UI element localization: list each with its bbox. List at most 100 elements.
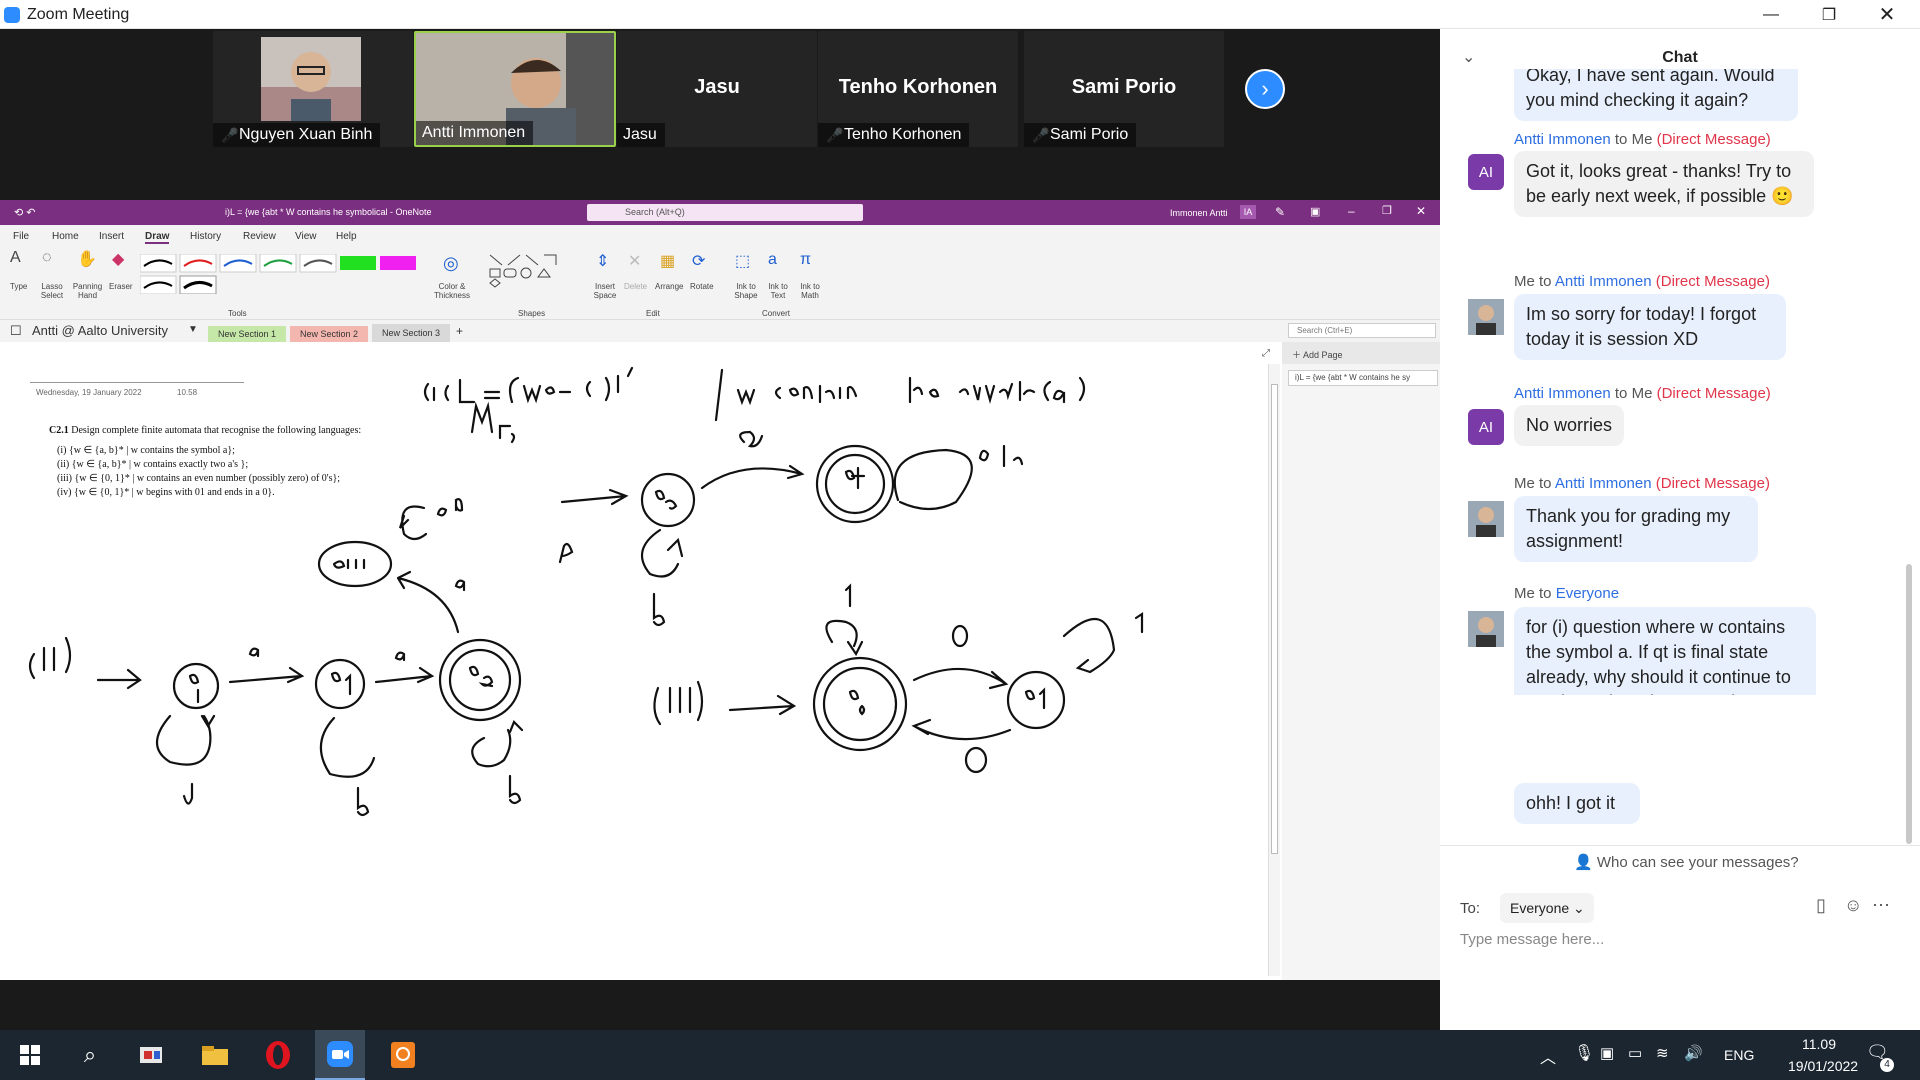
chat-message-input[interactable]: Type message here... bbox=[1460, 931, 1900, 961]
chevron-down-icon: ⌄ bbox=[1573, 900, 1585, 916]
message-recipient[interactable]: Everyone bbox=[1556, 585, 1619, 602]
participant-name: Jasu bbox=[617, 123, 665, 147]
insert-space-button[interactable]: Insert Space bbox=[590, 282, 620, 300]
participant-display-name: Tenho Korhonen bbox=[838, 76, 998, 98]
tab-view[interactable]: View bbox=[295, 231, 317, 242]
zoom-logo-icon bbox=[4, 7, 20, 23]
chevron-up-icon[interactable]: ︿ bbox=[1540, 1044, 1556, 1068]
maximize-button[interactable]: ❐ bbox=[1800, 0, 1858, 29]
next-page-button[interactable]: › bbox=[1245, 69, 1285, 109]
expand-icon[interactable]: ⤢ bbox=[1262, 348, 1270, 359]
search-icon[interactable]: ⌕ bbox=[65, 1030, 115, 1080]
recipient-value: Everyone bbox=[1510, 900, 1570, 916]
language-indicator[interactable]: ENG bbox=[1724, 1047, 1754, 1063]
onenote-maximize-button[interactable]: ❐ bbox=[1382, 204, 1392, 217]
eraser-icon: ◆ bbox=[112, 251, 125, 268]
file-icon[interactable]: ▯ bbox=[1816, 895, 1826, 916]
emoji-icon[interactable]: ☺ bbox=[1844, 895, 1862, 916]
participant-name: Antti Immonen bbox=[416, 121, 534, 145]
tab-home[interactable]: Home bbox=[52, 231, 79, 242]
ribbon-display-icon[interactable]: ▣ bbox=[1310, 205, 1320, 218]
microphone-icon[interactable]: 🎙 bbox=[1574, 1043, 1594, 1063]
onenote-minimize-button[interactable]: – bbox=[1348, 204, 1355, 218]
direct-message-tag: (Direct Message) bbox=[1655, 273, 1770, 290]
avatar bbox=[1468, 299, 1504, 335]
zoom-taskbar-icon[interactable] bbox=[315, 1030, 365, 1080]
message-header: Antti Immonen to Me (Direct Message) bbox=[1514, 385, 1771, 402]
delete-icon: ✕ bbox=[628, 253, 642, 270]
add-page-icon: ＋ bbox=[1292, 350, 1304, 360]
participant-tile[interactable]: Sami Porio 🎤 Sami Porio bbox=[1024, 31, 1224, 147]
color-thickness-button[interactable]: Color & Thickness bbox=[432, 282, 472, 300]
message-sender[interactable]: Antti Immonen bbox=[1514, 385, 1611, 402]
chat-bubble: ohh! I got it bbox=[1514, 783, 1640, 824]
page-scrollbar[interactable] bbox=[1268, 364, 1280, 976]
task-view-icon[interactable] bbox=[128, 1030, 178, 1080]
onenote-close-button[interactable]: ✕ bbox=[1416, 204, 1426, 218]
pen-gallery[interactable] bbox=[140, 254, 430, 294]
page-list-item[interactable]: i)L = {we {abt * W contains he sy bbox=[1288, 370, 1438, 386]
more-icon[interactable]: ⋯ bbox=[1872, 895, 1890, 916]
tab-insert[interactable]: Insert bbox=[99, 231, 124, 242]
tool-eraser[interactable]: Eraser bbox=[109, 282, 133, 291]
ink-to-math-button[interactable]: Ink to Math bbox=[796, 282, 824, 300]
recipient-dropdown[interactable]: Everyone ⌄ bbox=[1500, 893, 1594, 923]
wifi-icon[interactable]: ≋ bbox=[1656, 1044, 1669, 1062]
who-can-see-link[interactable]: 👤 Who can see your messages? bbox=[1574, 853, 1799, 871]
direct-message-tag: (Direct Message) bbox=[1656, 131, 1771, 148]
battery-icon[interactable]: ▭ bbox=[1628, 1044, 1642, 1062]
chat-bubble: for (i) question where w contains the sy… bbox=[1514, 607, 1816, 695]
ink-to-text-button[interactable]: Ink to Text bbox=[764, 282, 792, 300]
tab-help[interactable]: Help bbox=[336, 231, 357, 242]
message-recipient[interactable]: Antti Immonen bbox=[1555, 273, 1652, 290]
ink-to-shape-button[interactable]: Ink to Shape bbox=[732, 282, 760, 300]
meet-now-icon[interactable]: ▣ bbox=[1600, 1044, 1614, 1062]
add-page-button[interactable]: ＋ Add Page bbox=[1282, 342, 1440, 364]
rotate-button[interactable]: Rotate bbox=[690, 282, 714, 291]
chat-bubble-text: you mind checking it again? bbox=[1526, 90, 1749, 110]
clock-time[interactable]: 11.09 bbox=[1788, 1036, 1850, 1052]
who-can-see-text: Who can see your messages? bbox=[1596, 854, 1799, 871]
tab-history[interactable]: History bbox=[190, 231, 221, 242]
add-section-icon[interactable]: + bbox=[456, 324, 463, 338]
participant-tile-active[interactable]: Antti Immonen bbox=[414, 31, 616, 147]
tool-type[interactable]: Type bbox=[10, 282, 27, 291]
volume-icon[interactable]: 🔊 bbox=[1684, 1044, 1703, 1062]
onenote-back-icon[interactable]: ⟲ ↶ bbox=[14, 206, 36, 219]
section-tab-1[interactable]: New Section 1 bbox=[208, 326, 286, 342]
notebook-selector[interactable]: Antti @ Aalto University bbox=[32, 323, 168, 338]
notebook-section-bar: ☐ Antti @ Aalto University ▼ New Section… bbox=[0, 320, 1440, 342]
close-button[interactable]: ✕ bbox=[1858, 0, 1916, 29]
page-search-input[interactable]: Search (Ctrl+E) bbox=[1288, 323, 1436, 338]
delete-button[interactable]: Delete bbox=[624, 282, 647, 291]
pdf-app-icon[interactable] bbox=[378, 1030, 428, 1080]
minimize-button[interactable]: — bbox=[1742, 0, 1800, 29]
participant-tile[interactable]: 🎤 Nguyen Xuan Binh bbox=[213, 31, 413, 147]
chat-bubble: Okay, I have sent again. Would you mind c… bbox=[1514, 69, 1798, 121]
message-recipient[interactable]: Antti Immonen bbox=[1555, 475, 1652, 492]
tab-file[interactable]: File bbox=[13, 231, 29, 242]
participant-name: Sami Porio bbox=[1024, 123, 1137, 147]
section-tab-3[interactable]: New Section 3 bbox=[372, 324, 450, 342]
share-bottom-bar bbox=[0, 980, 1440, 1030]
handwritten-ink-diagram bbox=[28, 366, 1144, 817]
onenote-page-canvas[interactable]: Wednesday, 19 January 2022 10.58 C2.1 De… bbox=[0, 342, 1282, 980]
participant-tile[interactable]: Jasu Jasu bbox=[617, 31, 817, 147]
pen-icon[interactable]: ✎ bbox=[1275, 205, 1285, 219]
opera-icon[interactable] bbox=[253, 1030, 303, 1080]
file-explorer-icon[interactable] bbox=[190, 1030, 240, 1080]
tab-draw[interactable]: Draw bbox=[145, 231, 170, 244]
tool-panning[interactable]: Panning Hand bbox=[70, 282, 105, 300]
shapes-gallery[interactable] bbox=[488, 253, 576, 289]
chat-scrollbar[interactable] bbox=[1906, 564, 1912, 844]
arrange-button[interactable]: Arrange bbox=[655, 282, 683, 291]
section-tab-2[interactable]: New Section 2 bbox=[290, 326, 368, 342]
message-sender[interactable]: Antti Immonen bbox=[1514, 131, 1611, 148]
ink-to-text-icon: a bbox=[768, 251, 777, 268]
participant-tile[interactable]: Tenho Korhonen 🎤 Tenho Korhonen bbox=[818, 31, 1018, 147]
tab-review[interactable]: Review bbox=[243, 231, 276, 242]
start-button[interactable] bbox=[5, 1030, 55, 1080]
tool-lasso[interactable]: Lasso Select bbox=[40, 282, 64, 300]
clock-date[interactable]: 19/01/2022 bbox=[1788, 1058, 1858, 1074]
onenote-search-box[interactable]: Search (Alt+Q) bbox=[587, 204, 863, 221]
